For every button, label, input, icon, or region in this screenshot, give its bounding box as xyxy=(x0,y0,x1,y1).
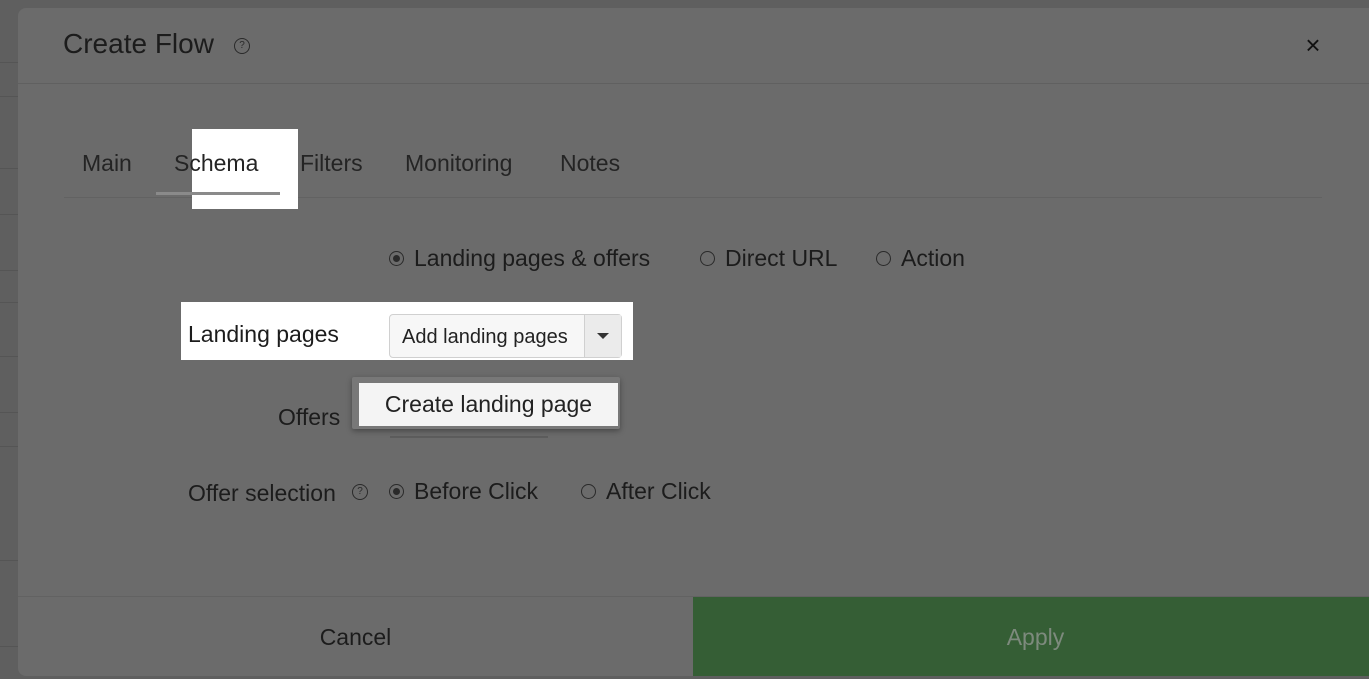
tab-notes[interactable]: Notes xyxy=(560,129,620,197)
close-icon[interactable]: × xyxy=(1302,32,1324,58)
tab-bar: Main Schema Filters Monitoring Notes xyxy=(64,129,1322,209)
dialog-footer: Cancel Apply xyxy=(18,596,1369,676)
radio-label: Action xyxy=(901,245,965,271)
radio-action[interactable]: Action xyxy=(876,245,965,272)
add-landing-pages-select[interactable]: Add landing pages xyxy=(389,314,622,358)
landing-pages-label: Landing pages xyxy=(188,321,339,347)
offers-label: Offers xyxy=(278,404,341,430)
caret-down-icon xyxy=(597,333,609,339)
radio-after-click[interactable]: After Click xyxy=(581,478,711,505)
radio-checked-icon xyxy=(389,251,404,266)
radio-label: After Click xyxy=(606,478,711,504)
radio-label: Landing pages & offers xyxy=(414,245,651,271)
offer-selection-help-icon[interactable]: ? xyxy=(352,484,368,500)
tab-schema[interactable]: Schema xyxy=(174,129,258,197)
radio-direct-url[interactable]: Direct URL xyxy=(700,245,837,272)
offer-selection-label: Offer selection xyxy=(188,480,336,506)
help-icon[interactable]: ? xyxy=(234,38,250,54)
radio-unchecked-icon xyxy=(700,251,715,266)
radio-unchecked-icon xyxy=(581,484,596,499)
tab-filters[interactable]: Filters xyxy=(300,129,363,197)
dialog-header: Create Flow ? × xyxy=(18,8,1369,84)
radio-label: Direct URL xyxy=(725,245,838,271)
tab-monitoring[interactable]: Monitoring xyxy=(405,129,512,197)
cancel-button[interactable]: Cancel xyxy=(18,597,693,676)
create-flow-dialog: Create Flow ? × Main Schema Filters Moni… xyxy=(18,8,1369,676)
tab-main[interactable]: Main xyxy=(82,129,132,197)
active-tab-indicator xyxy=(156,192,280,195)
create-landing-page-item[interactable]: Create landing page xyxy=(359,383,618,426)
dialog-title: Create Flow xyxy=(63,28,214,59)
radio-label: Before Click xyxy=(414,478,538,504)
radio-before-click[interactable]: Before Click xyxy=(389,478,538,505)
background-page xyxy=(0,0,18,679)
radio-checked-icon xyxy=(389,484,404,499)
select-dropdown-toggle[interactable] xyxy=(584,315,621,357)
select-value: Add landing pages xyxy=(402,326,568,348)
radio-unchecked-icon xyxy=(876,251,891,266)
apply-button[interactable]: Apply xyxy=(693,597,1369,676)
radio-landing-pages-offers[interactable]: Landing pages & offers xyxy=(389,245,650,272)
